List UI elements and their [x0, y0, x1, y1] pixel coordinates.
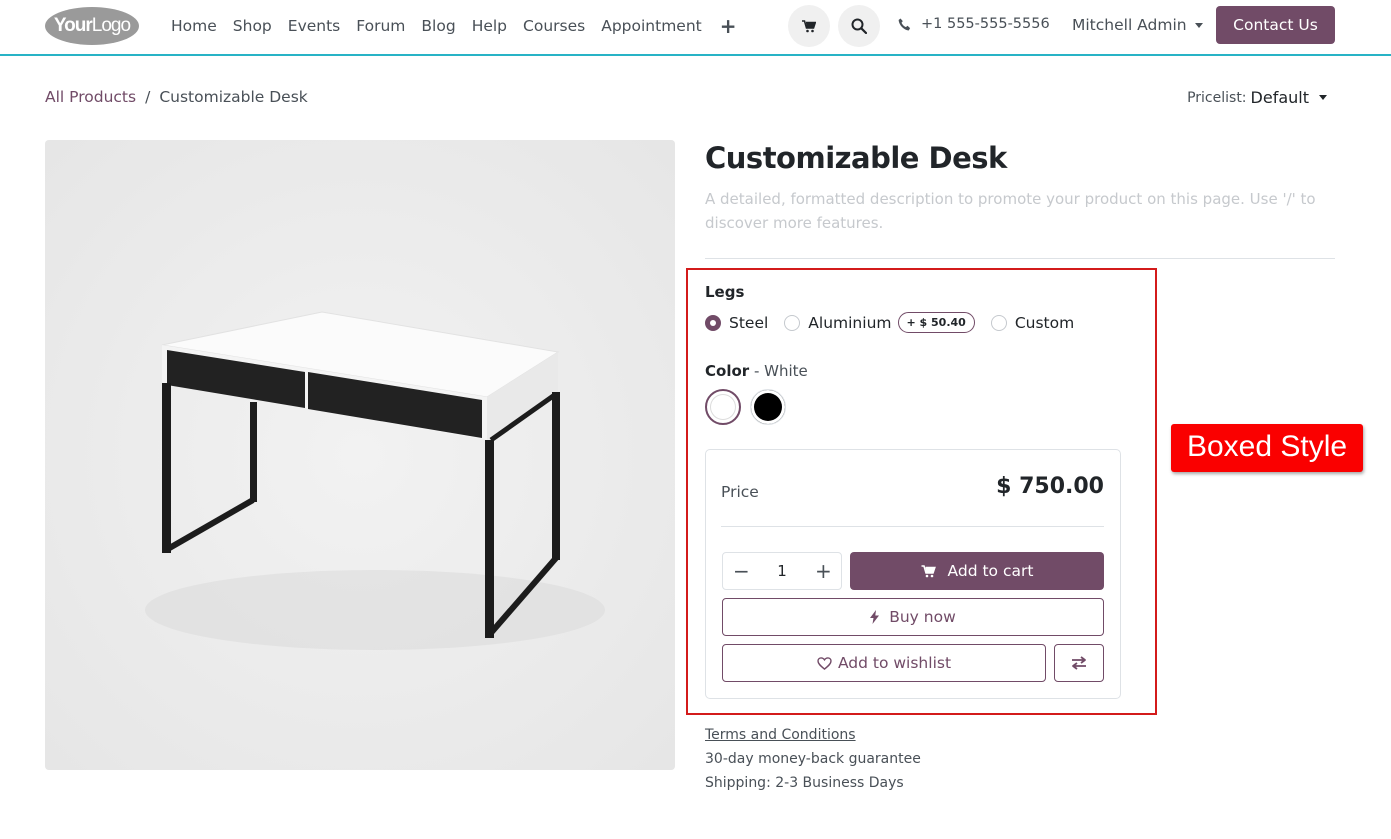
decrease-quantity-button[interactable]: − [733, 561, 750, 581]
chevron-down-icon [1319, 95, 1327, 100]
color-swatch-white[interactable] [705, 389, 741, 425]
radio-custom[interactable] [990, 314, 1007, 331]
site-header: YourLogo Home Shop Events Forum Blog Hel… [0, 0, 1391, 56]
compare-button[interactable] [1054, 644, 1104, 682]
legs-option-steel[interactable]: Steel [705, 314, 768, 332]
shipping-text: Shipping: 2-3 Business Days [705, 775, 904, 791]
increase-quantity-button[interactable]: + [815, 561, 832, 581]
bolt-icon [870, 610, 880, 624]
nav-appointment[interactable]: Appointment [601, 17, 702, 35]
add-menu-icon[interactable]: + [720, 14, 737, 38]
nav-help[interactable]: Help [472, 17, 507, 35]
heart-icon [817, 656, 832, 670]
add-to-cart-button[interactable]: Add to cart [850, 552, 1104, 590]
nav-home[interactable]: Home [171, 17, 217, 35]
search-icon [851, 18, 867, 34]
nav-events[interactable]: Events [288, 17, 340, 35]
add-to-wishlist-label: Add to wishlist [837, 654, 952, 672]
product-image[interactable] [45, 140, 675, 770]
add-to-wishlist-button[interactable]: Add to wishlist [722, 644, 1046, 682]
divider [705, 258, 1335, 259]
search-button[interactable] [838, 5, 880, 47]
boxed-style-callout: Boxed Style [1171, 424, 1363, 472]
cart-button[interactable] [788, 5, 830, 47]
radio-aluminium[interactable] [784, 314, 801, 331]
legs-attribute-label: Legs [705, 283, 745, 301]
price-extra-badge: + $ 50.40 [897, 312, 975, 333]
option-label: Custom [1014, 313, 1075, 332]
user-menu[interactable]: Mitchell Admin [1072, 16, 1203, 34]
quantity-stepper: − 1 + [722, 552, 842, 590]
breadcrumb-separator: / [145, 88, 151, 106]
product-title: Customizable Desk [705, 141, 1007, 175]
color-swatch-black[interactable] [750, 389, 786, 425]
price-value: $ 750.00 [996, 474, 1104, 499]
desk-illustration [45, 140, 675, 770]
buy-now-button[interactable]: Buy now [722, 598, 1104, 636]
legs-options: Steel Aluminium + $ 50.40 Custom [705, 312, 1090, 333]
main-nav: Home Shop Events Forum Blog Help Courses… [163, 0, 737, 52]
cart-icon [921, 564, 936, 577]
color-attribute-label: Color - White [705, 362, 808, 380]
phone-icon [898, 18, 911, 30]
user-name: Mitchell Admin [1072, 16, 1187, 34]
add-to-cart-label: Add to cart [947, 562, 1034, 580]
legs-option-custom[interactable]: Custom [990, 313, 1075, 332]
exchange-icon [1072, 656, 1086, 670]
radio-steel[interactable] [705, 314, 721, 331]
selected-color: White [764, 362, 808, 380]
color-separator: - [749, 362, 765, 380]
phone-number: +1 555-555-5556 [921, 16, 1050, 32]
pricelist-label: Pricelist: [1187, 89, 1247, 106]
nav-courses[interactable]: Courses [523, 17, 585, 35]
pricelist-dropdown[interactable]: Pricelist: Default [1187, 88, 1327, 107]
pricelist-value: Default [1250, 88, 1309, 107]
buy-now-label: Buy now [889, 608, 956, 626]
product-description[interactable]: A detailed, formatted description to pro… [705, 187, 1335, 235]
nav-blog[interactable]: Blog [421, 17, 455, 35]
color-label-text: Color [705, 362, 750, 380]
option-label: Aluminium [808, 313, 892, 332]
legs-option-aluminium[interactable]: Aluminium + $ 50.40 [784, 312, 975, 333]
price-divider [721, 526, 1104, 527]
contact-us-button[interactable]: Contact Us [1216, 6, 1335, 44]
brand-logo[interactable]: YourLogo [45, 7, 139, 45]
terms-and-conditions-link[interactable]: Terms and Conditions [705, 727, 856, 743]
chevron-down-icon [1194, 22, 1203, 28]
phone-link[interactable]: +1 555-555-5556 [898, 16, 1050, 32]
cart-icon [802, 19, 816, 32]
breadcrumb: All Products / Customizable Desk [45, 88, 308, 106]
guarantee-text: 30-day money-back guarantee [705, 751, 921, 767]
price-label: Price [721, 483, 759, 501]
quantity-input[interactable]: 1 [777, 562, 787, 580]
breadcrumb-all-products[interactable]: All Products [45, 88, 136, 106]
nav-shop[interactable]: Shop [233, 17, 272, 35]
option-label: Steel [729, 313, 769, 332]
nav-forum[interactable]: Forum [356, 17, 405, 35]
breadcrumb-current: Customizable Desk [159, 88, 308, 106]
